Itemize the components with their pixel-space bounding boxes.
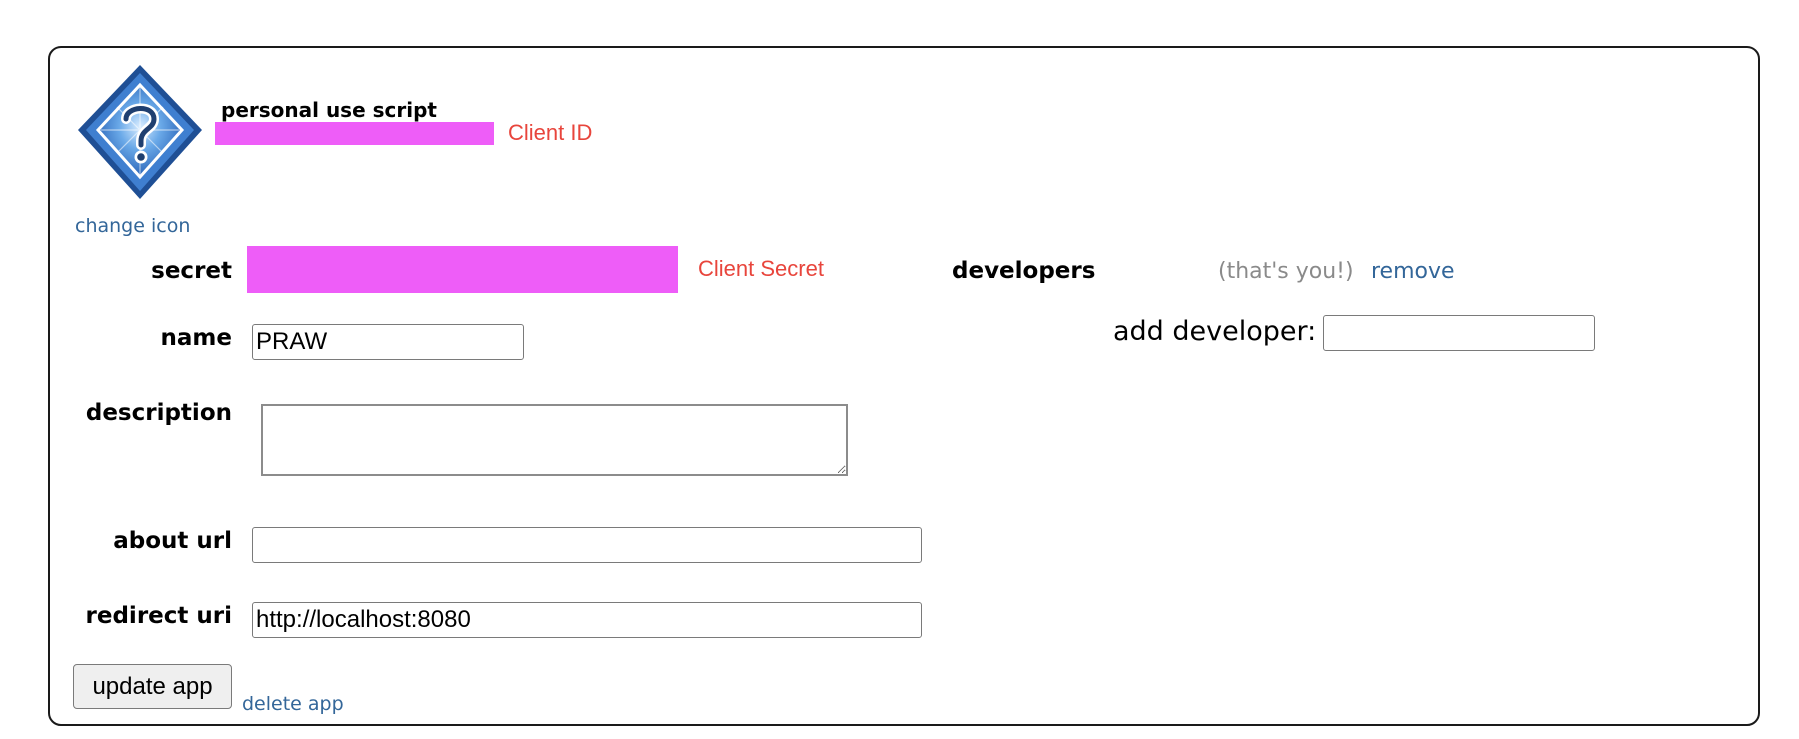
about-url-label: about url — [113, 528, 232, 554]
client-id-annotation: Client ID — [508, 120, 593, 145]
name-label: name — [160, 325, 232, 351]
question-mark-diamond-icon — [78, 65, 202, 199]
name-input[interactable] — [252, 324, 524, 360]
add-developer-label: add developer: — [1113, 316, 1317, 347]
developer-self-note: (that's you!) — [1218, 259, 1354, 284]
app-type-label: personal use script — [221, 98, 437, 122]
client-secret-annotation: Client Secret — [698, 256, 824, 281]
change-icon-link[interactable]: change icon — [75, 215, 190, 237]
remove-developer-link[interactable]: remove — [1371, 259, 1455, 284]
redirect-uri-label: redirect uri — [85, 603, 232, 629]
about-url-input[interactable] — [252, 527, 922, 563]
description-textarea[interactable] — [261, 404, 848, 476]
update-app-button[interactable]: update app — [73, 664, 232, 709]
developers-label: developers — [952, 258, 1096, 284]
client-secret-redaction — [247, 246, 678, 293]
description-label: description — [85, 400, 232, 426]
redirect-uri-input[interactable] — [252, 602, 922, 638]
add-developer-input[interactable] — [1323, 315, 1595, 351]
delete-app-link[interactable]: delete app — [242, 693, 344, 715]
secret-label: secret — [151, 258, 232, 284]
client-id-redaction — [215, 122, 494, 145]
app-icon — [75, 63, 205, 201]
